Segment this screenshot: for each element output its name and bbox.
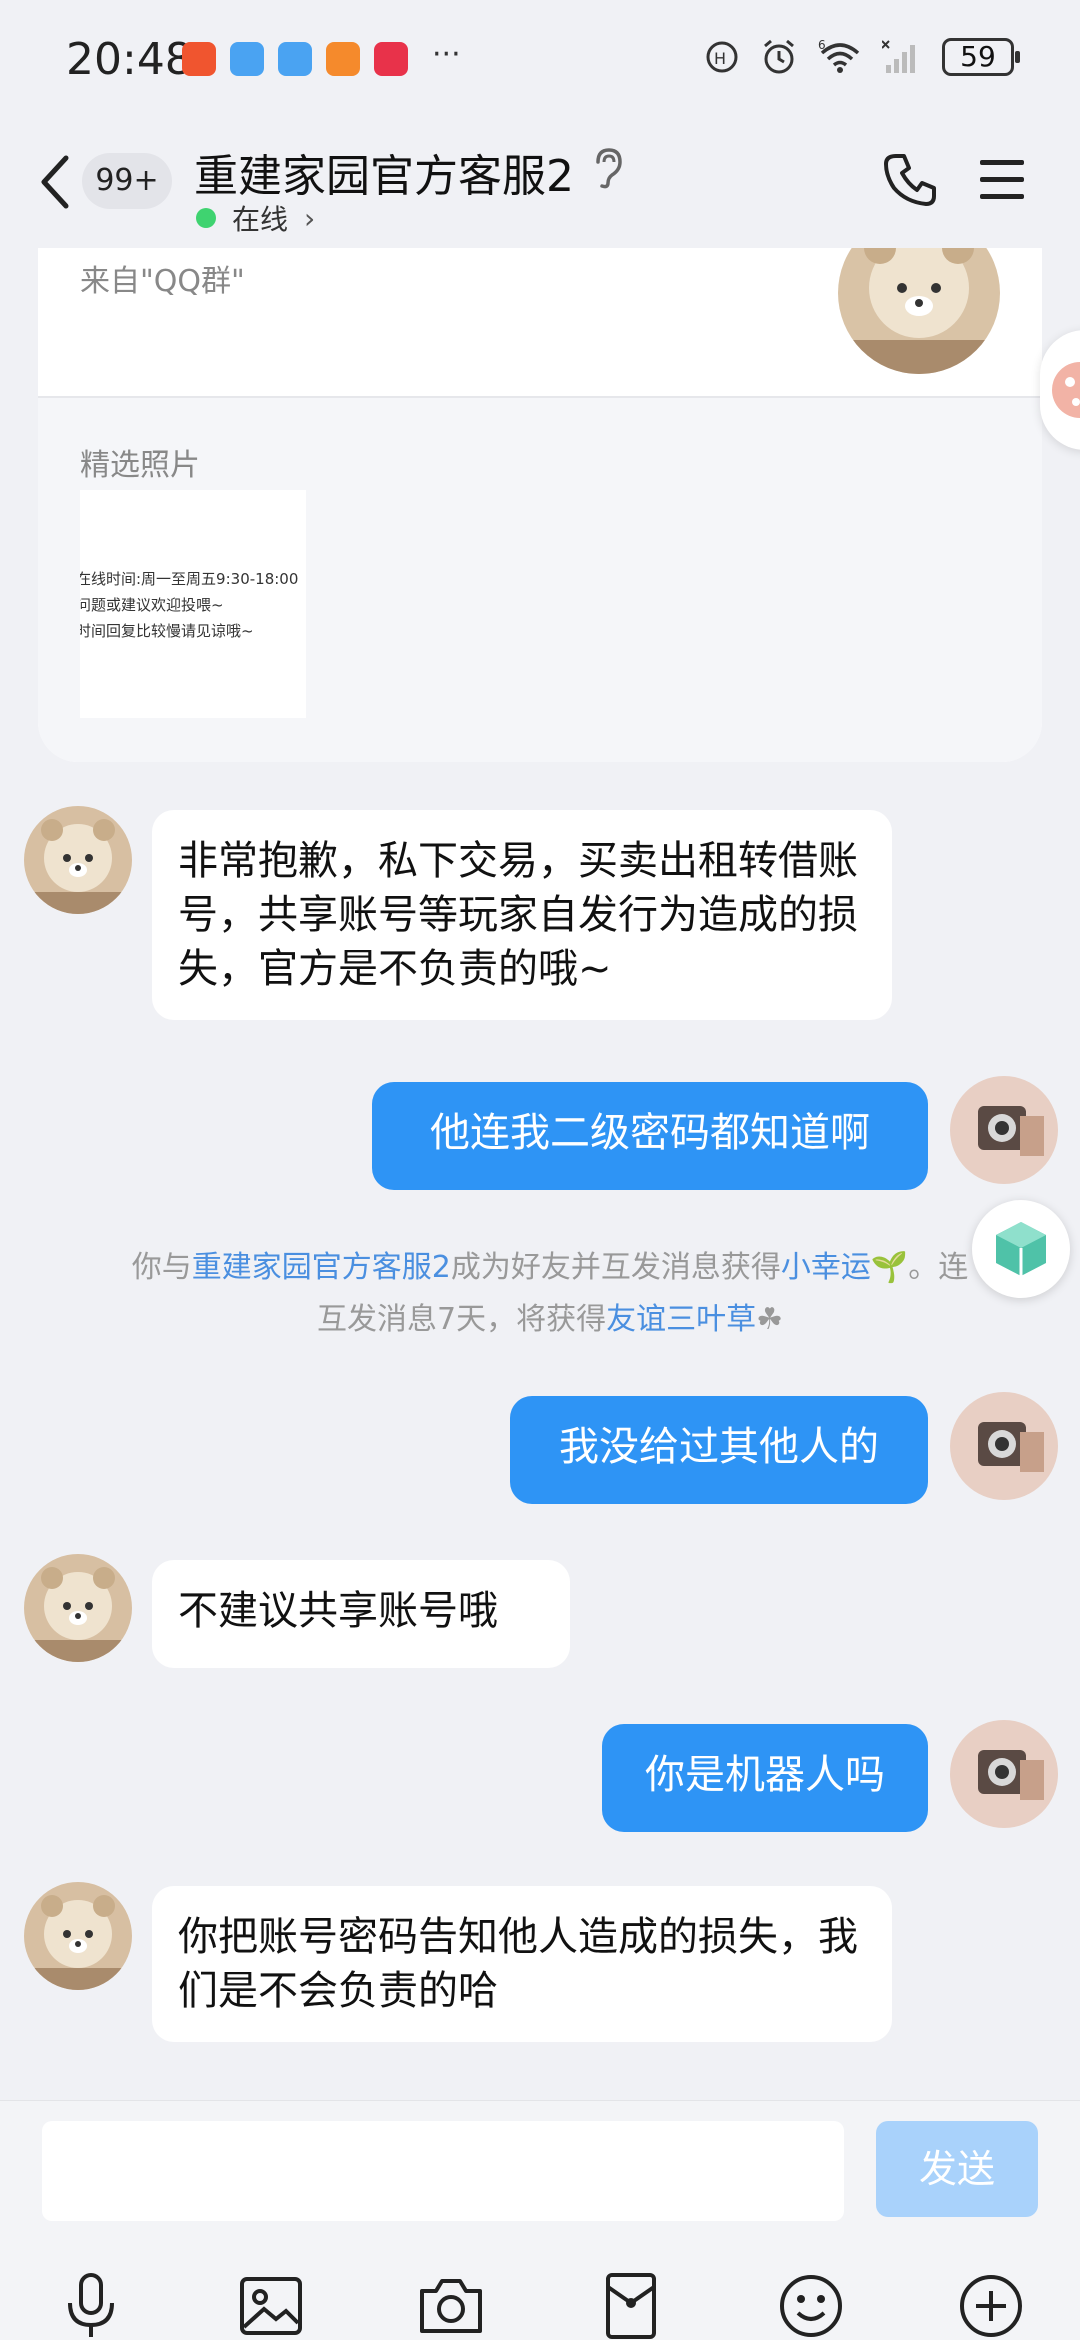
- clover-icon: ☘: [756, 1302, 783, 1337]
- wifi-icon: 6: [818, 39, 860, 73]
- plus-icon[interactable]: [956, 2271, 1026, 2340]
- user-avatar[interactable]: [950, 1076, 1058, 1184]
- featured-photos-label: 精选照片: [80, 448, 200, 483]
- photo-text-lines: 在线时间:周一至周五9:30-18:00 问题或建议欢迎投喂~ 时间回复比较慢请…: [80, 566, 298, 644]
- incoming-message[interactable]: 你把账号密码告知他人造成的损失，我们是不会负责的哈: [152, 1886, 892, 2042]
- microphone-icon[interactable]: [56, 2271, 126, 2340]
- system-notice-text: 互发消息7天，将获得: [317, 1302, 607, 1337]
- system-notice-text: 你与: [131, 1250, 192, 1285]
- alarm-icon: [764, 39, 794, 74]
- user-avatar[interactable]: [950, 1392, 1058, 1500]
- lucky-link[interactable]: 小幸运: [781, 1250, 871, 1285]
- bear-avatar-icon: [24, 1882, 132, 1990]
- status-bar: 20:48 ··· H 6 59: [0, 0, 1080, 120]
- menu-icon[interactable]: [978, 158, 1026, 202]
- camera-photo-avatar-icon: [950, 1392, 1058, 1500]
- friendship-clover-link[interactable]: 友谊三叶草: [606, 1302, 756, 1337]
- profile-card[interactable]: 来自"QQ群" 精选照片 在线时间:周一至周五9:30-18:00 问题或建议欢…: [38, 248, 1042, 762]
- app-notification-icon: [230, 42, 264, 76]
- chat-title[interactable]: 重建家园官方客服2: [194, 140, 574, 204]
- contact-link[interactable]: 重建家园官方客服2: [192, 1250, 451, 1285]
- online-dot-icon: [196, 208, 216, 228]
- system-notice-text: 成为好友并互发消息获得: [450, 1250, 781, 1285]
- outgoing-message[interactable]: 你是机器人吗: [602, 1724, 928, 1832]
- featured-photos-section: 精选照片 在线时间:周一至周五9:30-18:00 问题或建议欢迎投喂~ 时间回…: [38, 396, 1042, 762]
- more-notifications-icon: ···: [432, 36, 461, 72]
- chevron-right-icon: ›: [304, 201, 316, 235]
- chat-header: 99+ 重建家园官方客服2 在线 ›: [0, 120, 1080, 248]
- back-arrow-icon[interactable]: [36, 150, 76, 214]
- clock: 20:48: [66, 34, 193, 85]
- red-packet-icon[interactable]: [596, 2271, 666, 2340]
- battery-indicator: 59: [942, 38, 1020, 76]
- photo-text-line: 问题或建议欢迎投喂~: [80, 596, 224, 614]
- send-button[interactable]: 发送: [876, 2121, 1038, 2217]
- app-notification-icon: [182, 42, 216, 76]
- camera-icon[interactable]: [416, 2271, 486, 2340]
- camera-photo-avatar-icon: [950, 1076, 1058, 1184]
- phone-call-icon[interactable]: [882, 150, 940, 208]
- app-notification-icon: [374, 42, 408, 76]
- emoji-icon[interactable]: [776, 2271, 846, 2340]
- online-status-label: 在线: [232, 203, 289, 236]
- sprout-icon: 🌱: [870, 1250, 909, 1285]
- incoming-message[interactable]: 非常抱歉，私下交易，买卖出租转借账号，共享账号等玩家自发行为造成的损失，官方是不…: [152, 810, 892, 1020]
- input-toolbar: [0, 2271, 1080, 2340]
- message-input[interactable]: [42, 2121, 844, 2221]
- bear-avatar-icon: [838, 248, 1000, 374]
- cell-signal-icon: [882, 40, 915, 73]
- system-notice: 你与重建家园官方客服2成为好友并互发消息获得小幸运🌱。连 互发消息7天，将获得友…: [60, 1242, 1040, 1346]
- data-saver-icon: H: [706, 41, 738, 73]
- photo-text-line: 在线时间:周一至周五9:30-18:00: [80, 570, 299, 588]
- unread-count-badge[interactable]: 99+: [82, 153, 172, 209]
- sticker-icon: [1052, 362, 1080, 418]
- bear-avatar-icon: [24, 1554, 132, 1662]
- agent-avatar[interactable]: [24, 1882, 132, 1990]
- user-avatar[interactable]: [950, 1720, 1058, 1828]
- profile-avatar[interactable]: [838, 248, 1000, 374]
- bear-avatar-icon: [24, 806, 132, 914]
- system-indicators: H 6 59: [704, 38, 1020, 76]
- outgoing-message[interactable]: 我没给过其他人的: [510, 1396, 928, 1504]
- agent-avatar[interactable]: [24, 806, 132, 914]
- image-icon[interactable]: [236, 2271, 306, 2340]
- notification-icons: ···: [182, 37, 461, 76]
- profile-source: 来自"QQ群": [80, 264, 245, 299]
- floating-cube-button[interactable]: [972, 1200, 1070, 1298]
- hearing-icon[interactable]: [590, 146, 628, 190]
- svg-text:H: H: [714, 49, 726, 68]
- incoming-message[interactable]: 不建议共享账号哦: [152, 1560, 570, 1668]
- svg-text:6: 6: [818, 39, 826, 52]
- camera-photo-avatar-icon: [950, 1720, 1058, 1828]
- floating-side-widget[interactable]: [1040, 330, 1080, 450]
- system-notice-text: 。连: [908, 1250, 969, 1285]
- input-bar: 发送: [0, 2100, 1080, 2340]
- app-notification-icon: [326, 42, 360, 76]
- online-status[interactable]: 在线 ›: [196, 198, 315, 238]
- agent-avatar[interactable]: [24, 1554, 132, 1662]
- outgoing-message[interactable]: 他连我二级密码都知道啊: [372, 1082, 928, 1190]
- featured-photo[interactable]: 在线时间:周一至周五9:30-18:00 问题或建议欢迎投喂~ 时间回复比较慢请…: [80, 490, 306, 718]
- photo-text-line: 时间回复比较慢请见谅哦~: [80, 622, 254, 640]
- cube-icon: [996, 1222, 1046, 1276]
- app-notification-icon: [278, 42, 312, 76]
